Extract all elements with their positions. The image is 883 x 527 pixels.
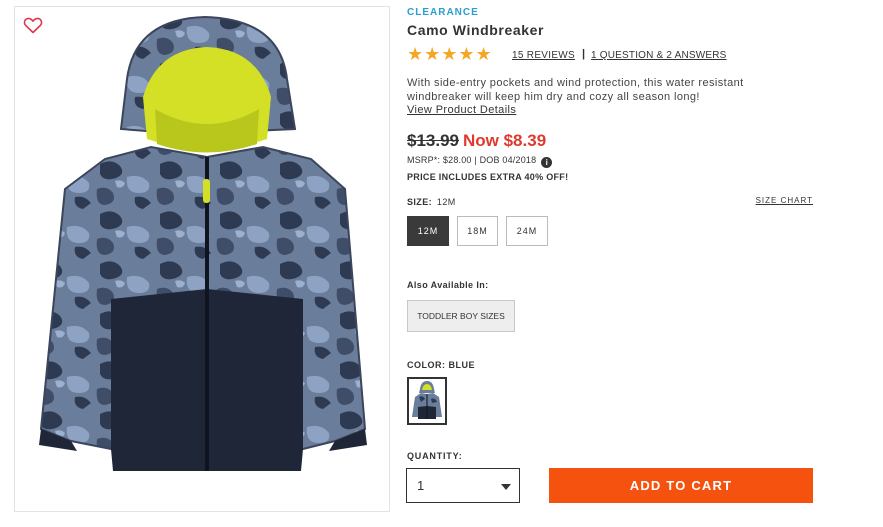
size-label: SIZE: [407, 197, 433, 207]
star-rating-icon[interactable]: ★★★★★ [407, 44, 493, 64]
swatch-jacket-icon [409, 379, 445, 423]
sale-price: Now $8.39 [463, 131, 547, 150]
msrp-row: MSRP*: $28.00 | DOB 04/2018 i [407, 155, 553, 168]
size-option-18m[interactable]: 18M [457, 216, 498, 246]
toddler-boy-sizes-button[interactable]: TODDLER BOY SIZES [407, 300, 515, 332]
reviews-link[interactable]: 15 REVIEWS [512, 50, 575, 61]
quantity-label: QUANTITY: [407, 451, 463, 461]
price-row: $13.99 Now $8.39 [407, 131, 546, 151]
product-image-panel [14, 6, 390, 512]
size-option-24m[interactable]: 24M [506, 216, 548, 246]
product-image[interactable] [35, 9, 369, 479]
quantity-select[interactable]: 1 [406, 468, 520, 503]
chevron-down-icon [501, 484, 511, 490]
size-chart-link[interactable]: SIZE CHART [756, 196, 813, 205]
add-to-cart-button[interactable]: ADD TO CART [549, 468, 813, 503]
msrp-text: MSRP*: $28.00 | DOB 04/2018 [407, 155, 537, 165]
color-value: BLUE [448, 360, 476, 370]
product-description: With side-entry pockets and wind protect… [407, 77, 744, 103]
also-available-label: Also Available In: [407, 280, 489, 290]
quantity-value: 1 [417, 478, 425, 493]
info-icon[interactable]: i [541, 157, 553, 168]
size-option-12m[interactable]: 12M [407, 216, 449, 246]
view-product-details-link[interactable]: View Product Details [407, 104, 516, 116]
separator: | [582, 48, 586, 60]
color-label-text: COLOR: [407, 360, 446, 370]
product-title: Camo Windbreaker [407, 22, 545, 38]
promo-text: PRICE INCLUDES EXTRA 40% OFF! [407, 172, 569, 182]
size-row: SIZE: 12M SIZE CHART [407, 196, 813, 207]
selected-size-value: 12M [436, 197, 456, 207]
color-label: COLOR: BLUE [407, 360, 475, 370]
color-swatch-blue[interactable] [407, 377, 447, 425]
original-price: $13.99 [407, 131, 459, 150]
questions-answers-link[interactable]: 1 QUESTION & 2 ANSWERS [591, 50, 727, 61]
clearance-badge: CLEARANCE [407, 7, 479, 18]
